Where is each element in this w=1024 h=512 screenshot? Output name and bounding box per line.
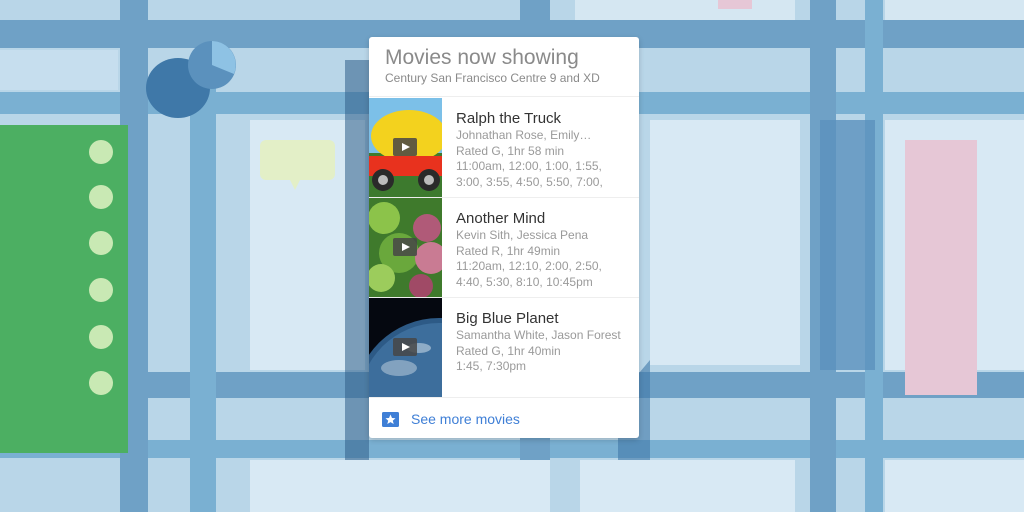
showtimes: 3:00, 3:55, 4:50, 5:50, 7:00, [456, 174, 603, 189]
card-header: Movies now showing Century San Francisco… [369, 37, 639, 97]
play-icon[interactable] [393, 238, 417, 256]
card-title: Movies now showing [385, 46, 579, 69]
showtimes: 4:40, 5:30, 8:10, 10:45pm [456, 274, 593, 289]
movie-item[interactable]: Another Mind Kevin Sith, Jessica Pena Ra… [369, 198, 639, 298]
showtimes: 11:20am, 12:10, 2:00, 2:50, [456, 259, 602, 273]
movie-rating: Rated G, 1hr 58 min [456, 143, 565, 158]
movie-item[interactable]: Ralph the Truck Johnathan Rose, Emily… R… [369, 98, 639, 198]
play-icon[interactable] [393, 138, 417, 156]
showtimes: 11:00am, 12:00, 1:00, 1:55, [456, 159, 602, 173]
movie-cast: Johnathan Rose, Emily… [456, 128, 592, 142]
movie-cast: Kevin Sith, Jessica Pena [456, 228, 589, 242]
see-more-movies-label[interactable]: See more movies [411, 411, 520, 427]
movies-card: Movies now showing Century San Francisco… [369, 37, 639, 438]
plant-poster[interactable] [369, 198, 442, 297]
star-ticket-icon [382, 412, 399, 427]
movie-title[interactable]: Ralph the Truck [456, 110, 632, 128]
movie-title[interactable]: Big Blue Planet [456, 310, 632, 328]
movie-cast: Samantha White, Jason Forest [456, 328, 621, 342]
showtimes: 1:45, 7:30pm [456, 359, 527, 373]
movie-title[interactable]: Another Mind [456, 210, 632, 228]
truck-poster[interactable] [369, 98, 442, 197]
theater-name: Century San Francisco Centre 9 and XD [385, 71, 600, 85]
movie-rating: Rated G, 1hr 40min [456, 343, 561, 358]
play-icon[interactable] [393, 338, 417, 356]
movie-rating: Rated R, 1hr 49min [456, 243, 561, 258]
movie-item[interactable]: Big Blue Planet Samantha White, Jason Fo… [369, 298, 639, 398]
planet-poster[interactable] [369, 298, 442, 397]
see-more-movies-link[interactable]: See more movies [369, 400, 639, 438]
